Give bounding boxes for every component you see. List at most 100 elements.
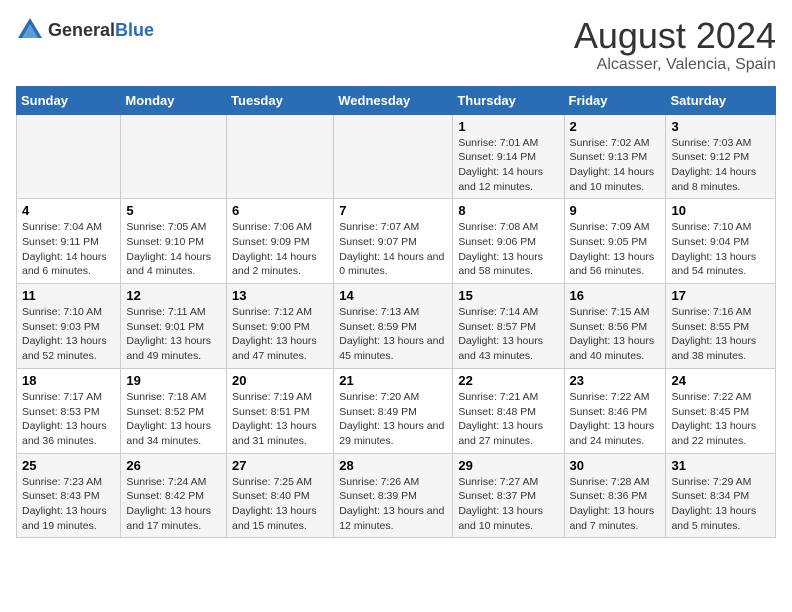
calendar-cell: 28Sunrise: 7:26 AMSunset: 8:39 PMDayligh…	[334, 453, 453, 538]
calendar-cell	[121, 114, 227, 199]
day-info: Sunrise: 7:19 AMSunset: 8:51 PMDaylight:…	[232, 390, 328, 449]
day-number: 23	[570, 373, 661, 388]
logo-text-general: General	[48, 20, 115, 40]
calendar-week-row: 25 Sunrise: 7:23 AMSunset: 8:43 PMDayligh…	[17, 453, 776, 538]
day-info: Sunrise: 7:15 AMSunset: 8:56 PMDaylight:…	[570, 305, 661, 364]
calendar-header-monday: Monday	[121, 86, 227, 114]
day-number: 16	[570, 288, 661, 303]
day-number: 22	[458, 373, 558, 388]
calendar-cell: 11 Sunrise: 7:10 AMSunset: 9:03 PMDayligh…	[17, 284, 121, 369]
day-info: Sunrise: 7:22 AMSunset: 8:45 PMDaylight:…	[671, 390, 770, 449]
calendar-cell: 22 Sunrise: 7:21 AMSunset: 8:48 PMDayligh…	[453, 368, 564, 453]
day-info: Sunrise: 7:09 AMSunset: 9:05 PMDaylight:…	[570, 220, 661, 279]
day-number: 6	[232, 203, 328, 218]
day-info: Sunrise: 7:20 AMSunset: 8:49 PMDaylight:…	[339, 390, 447, 449]
calendar-cell: 6 Sunrise: 7:06 AMSunset: 9:09 PMDaylight…	[227, 199, 334, 284]
day-info: Sunrise: 7:01 AMSunset: 9:14 PMDaylight:…	[458, 136, 558, 195]
day-number: 10	[671, 203, 770, 218]
calendar-cell: 24 Sunrise: 7:22 AMSunset: 8:45 PMDayligh…	[666, 368, 776, 453]
day-number: 31	[671, 458, 770, 473]
calendar-cell: 15 Sunrise: 7:14 AMSunset: 8:57 PMDayligh…	[453, 284, 564, 369]
day-info: Sunrise: 7:03 AMSunset: 9:12 PMDaylight:…	[671, 136, 770, 195]
day-info: Sunrise: 7:17 AMSunset: 8:53 PMDaylight:…	[22, 390, 115, 449]
calendar-cell	[17, 114, 121, 199]
calendar-cell: 9 Sunrise: 7:09 AMSunset: 9:05 PMDaylight…	[564, 199, 666, 284]
day-info: Sunrise: 7:24 AMSunset: 8:42 PMDaylight:…	[126, 475, 221, 534]
calendar-cell: 5Sunrise: 7:05 AMSunset: 9:10 PMDaylight…	[121, 199, 227, 284]
day-info: Sunrise: 7:05 AMSunset: 9:10 PMDaylight:…	[126, 220, 221, 279]
calendar-cell: 27 Sunrise: 7:25 AMSunset: 8:40 PMDayligh…	[227, 453, 334, 538]
calendar-cell: 30 Sunrise: 7:28 AMSunset: 8:36 PMDayligh…	[564, 453, 666, 538]
day-info: Sunrise: 7:06 AMSunset: 9:09 PMDaylight:…	[232, 220, 328, 279]
day-number: 18	[22, 373, 115, 388]
day-info: Sunrise: 7:10 AMSunset: 9:03 PMDaylight:…	[22, 305, 115, 364]
day-number: 25	[22, 458, 115, 473]
calendar-cell: 21Sunrise: 7:20 AMSunset: 8:49 PMDayligh…	[334, 368, 453, 453]
calendar-cell: 4Sunrise: 7:04 AMSunset: 9:11 PMDaylight…	[17, 199, 121, 284]
day-info: Sunrise: 7:28 AMSunset: 8:36 PMDaylight:…	[570, 475, 661, 534]
day-number: 24	[671, 373, 770, 388]
day-number: 30	[570, 458, 661, 473]
day-number: 27	[232, 458, 328, 473]
day-number: 29	[458, 458, 558, 473]
calendar-week-row: 4Sunrise: 7:04 AMSunset: 9:11 PMDaylight…	[17, 199, 776, 284]
day-info: Sunrise: 7:18 AMSunset: 8:52 PMDaylight:…	[126, 390, 221, 449]
day-number: 20	[232, 373, 328, 388]
calendar-cell: 1 Sunrise: 7:01 AMSunset: 9:14 PMDaylight…	[453, 114, 564, 199]
day-info: Sunrise: 7:13 AMSunset: 8:59 PMDaylight:…	[339, 305, 447, 364]
subtitle: Alcasser, Valencia, Spain	[574, 56, 776, 74]
day-info: Sunrise: 7:23 AMSunset: 8:43 PMDaylight:…	[22, 475, 115, 534]
day-number: 14	[339, 288, 447, 303]
calendar-cell	[334, 114, 453, 199]
calendar-header-wednesday: Wednesday	[334, 86, 453, 114]
day-number: 1	[458, 119, 558, 134]
calendar-cell: 19 Sunrise: 7:18 AMSunset: 8:52 PMDayligh…	[121, 368, 227, 453]
day-info: Sunrise: 7:21 AMSunset: 8:48 PMDaylight:…	[458, 390, 558, 449]
calendar-cell: 23 Sunrise: 7:22 AMSunset: 8:46 PMDayligh…	[564, 368, 666, 453]
calendar-cell: 10 Sunrise: 7:10 AMSunset: 9:04 PMDayligh…	[666, 199, 776, 284]
calendar-week-row: 1 Sunrise: 7:01 AMSunset: 9:14 PMDaylight…	[17, 114, 776, 199]
day-info: Sunrise: 7:22 AMSunset: 8:46 PMDaylight:…	[570, 390, 661, 449]
calendar-cell: 17 Sunrise: 7:16 AMSunset: 8:55 PMDayligh…	[666, 284, 776, 369]
calendar-cell: 16 Sunrise: 7:15 AMSunset: 8:56 PMDayligh…	[564, 284, 666, 369]
day-info: Sunrise: 7:29 AMSunset: 8:34 PMDaylight:…	[671, 475, 770, 534]
logo-text-blue: Blue	[115, 20, 154, 40]
day-info: Sunrise: 7:27 AMSunset: 8:37 PMDaylight:…	[458, 475, 558, 534]
calendar-header-thursday: Thursday	[453, 86, 564, 114]
calendar-week-row: 18 Sunrise: 7:17 AMSunset: 8:53 PMDayligh…	[17, 368, 776, 453]
day-number: 2	[570, 119, 661, 134]
calendar-header-saturday: Saturday	[666, 86, 776, 114]
calendar-cell: 7 Sunrise: 7:07 AMSunset: 9:07 PMDaylight…	[334, 199, 453, 284]
day-number: 3	[671, 119, 770, 134]
day-info: Sunrise: 7:08 AMSunset: 9:06 PMDaylight:…	[458, 220, 558, 279]
day-number: 8	[458, 203, 558, 218]
day-info: Sunrise: 7:11 AMSunset: 9:01 PMDaylight:…	[126, 305, 221, 364]
day-number: 13	[232, 288, 328, 303]
calendar-cell: 20 Sunrise: 7:19 AMSunset: 8:51 PMDayligh…	[227, 368, 334, 453]
calendar-header-friday: Friday	[564, 86, 666, 114]
day-number: 19	[126, 373, 221, 388]
day-number: 17	[671, 288, 770, 303]
day-info: Sunrise: 7:16 AMSunset: 8:55 PMDaylight:…	[671, 305, 770, 364]
logo: GeneralBlue	[16, 16, 154, 44]
day-info: Sunrise: 7:07 AMSunset: 9:07 PMDaylight:…	[339, 220, 447, 279]
day-info: Sunrise: 7:12 AMSunset: 9:00 PMDaylight:…	[232, 305, 328, 364]
day-info: Sunrise: 7:10 AMSunset: 9:04 PMDaylight:…	[671, 220, 770, 279]
calendar-cell: 2Sunrise: 7:02 AMSunset: 9:13 PMDaylight…	[564, 114, 666, 199]
day-number: 9	[570, 203, 661, 218]
day-info: Sunrise: 7:25 AMSunset: 8:40 PMDaylight:…	[232, 475, 328, 534]
calendar-cell: 29 Sunrise: 7:27 AMSunset: 8:37 PMDayligh…	[453, 453, 564, 538]
calendar-cell: 31 Sunrise: 7:29 AMSunset: 8:34 PMDayligh…	[666, 453, 776, 538]
title-block: August 2024 Alcasser, Valencia, Spain	[574, 16, 776, 74]
day-info: Sunrise: 7:14 AMSunset: 8:57 PMDaylight:…	[458, 305, 558, 364]
day-number: 11	[22, 288, 115, 303]
logo-icon	[16, 16, 44, 44]
day-info: Sunrise: 7:04 AMSunset: 9:11 PMDaylight:…	[22, 220, 115, 279]
day-number: 7	[339, 203, 447, 218]
calendar-header-tuesday: Tuesday	[227, 86, 334, 114]
calendar-week-row: 11 Sunrise: 7:10 AMSunset: 9:03 PMDayligh…	[17, 284, 776, 369]
day-number: 28	[339, 458, 447, 473]
calendar-header-sunday: Sunday	[17, 86, 121, 114]
calendar-cell: 8 Sunrise: 7:08 AMSunset: 9:06 PMDaylight…	[453, 199, 564, 284]
day-number: 15	[458, 288, 558, 303]
